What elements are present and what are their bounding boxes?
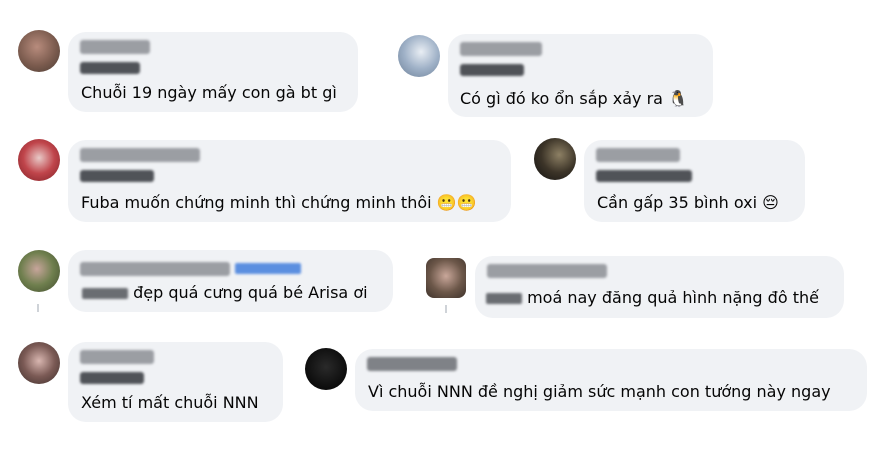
commenter-header: [80, 258, 381, 276]
comment-text: Có gì đó ko ổn sắp xảy ra 🐧: [460, 89, 688, 108]
avatar[interactable]: [398, 35, 440, 77]
avatar[interactable]: [305, 348, 347, 390]
avatar[interactable]: [18, 342, 60, 384]
avatar[interactable]: [18, 30, 60, 72]
grimace-emoji-icon: 😬😬: [436, 193, 477, 212]
avatar[interactable]: [534, 138, 576, 180]
commenter-name[interactable]: [80, 148, 200, 162]
pensive-emoji-icon: 😔: [762, 193, 779, 212]
reply-connector: [445, 305, 447, 313]
comment-text: Xém tí mất chuỗi NNN: [81, 393, 259, 412]
commenter-name[interactable]: [80, 350, 154, 364]
comment-text: Cần gấp 35 bình oxi 😔: [597, 193, 779, 212]
mention-blur: [486, 293, 522, 304]
commenter-name[interactable]: [487, 264, 607, 278]
penguin-icon: 🐧: [668, 89, 688, 108]
comment-text: moá nay đăng quả hình nặng đô thế: [486, 288, 819, 308]
commenter-badge: [80, 62, 140, 74]
comment-text: Fuba muốn chứng minh thì chứng minh thôi…: [81, 193, 477, 212]
comment-text: đẹp quá cưng quá bé Arisa ơi: [82, 283, 368, 303]
comment-text: Vì chuỗi NNN đề nghị giảm sức mạnh con t…: [368, 382, 831, 401]
commenter-name[interactable]: [596, 148, 680, 162]
commenter-badge: [80, 372, 144, 384]
commenter-badge: [80, 170, 154, 182]
comment-bubble: [475, 256, 844, 318]
commenter-name[interactable]: [80, 40, 150, 54]
commenter-name[interactable]: [80, 261, 230, 276]
tagged-user-link[interactable]: [235, 263, 302, 274]
comment-text: Chuỗi 19 ngày mấy con gà bt gì: [81, 83, 337, 102]
avatar[interactable]: [426, 258, 466, 298]
mention-blur: [82, 288, 128, 299]
commenter-badge: [460, 64, 524, 76]
avatar[interactable]: [18, 139, 60, 181]
commenter-name[interactable]: [460, 42, 542, 56]
commenter-name[interactable]: [367, 357, 457, 371]
commenter-badge: [596, 170, 692, 182]
avatar[interactable]: [18, 250, 60, 292]
reply-connector: [37, 304, 39, 312]
